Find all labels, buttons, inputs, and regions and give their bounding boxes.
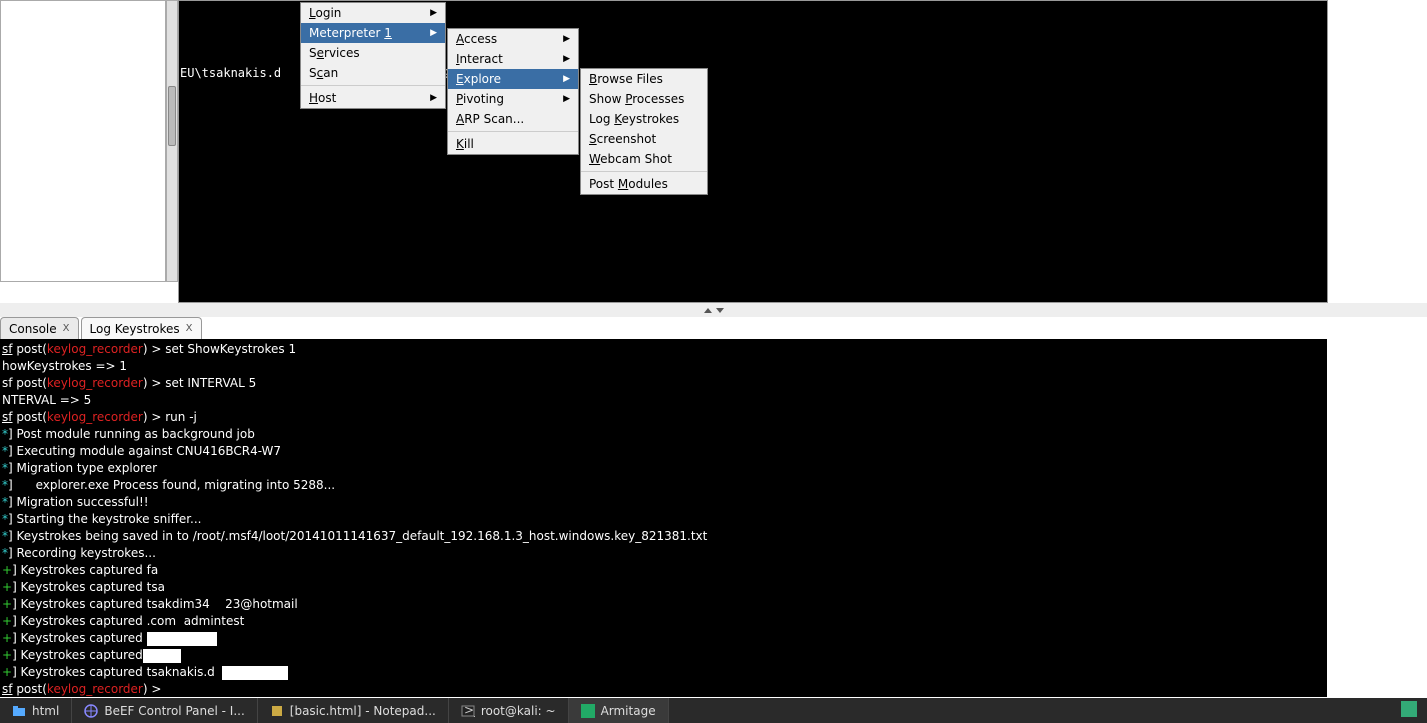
console-output[interactable]: sf post(keylog_recorder) > set ShowKeyst… — [0, 339, 1327, 697]
web-icon — [84, 704, 98, 718]
taskbar-item[interactable]: html — [0, 698, 72, 723]
pane-splitter[interactable] — [0, 303, 1427, 317]
submenu-meterpreter[interactable]: Access▶ Interact▶ Explore▶ Pivoting▶ ARP… — [447, 28, 579, 155]
taskbar-label: [basic.html] - Notepad... — [290, 704, 436, 718]
close-icon[interactable]: X — [63, 323, 70, 334]
scroll-thumb[interactable] — [168, 86, 176, 146]
taskbar: html BeEF Control Panel - I... [basic.html… — [0, 698, 1427, 723]
menu-item-webcam-shot[interactable]: Webcam Shot — [581, 149, 707, 169]
target-host-label: EU\tsaknakis.d — [180, 66, 281, 80]
menu-item-show-processes[interactable]: Show Processes — [581, 89, 707, 109]
menu-item-log-keystrokes[interactable]: Log Keystrokes — [581, 109, 707, 129]
menu-item-pivoting[interactable]: Pivoting▶ — [448, 89, 578, 109]
taskbar-label: BeEF Control Panel - I... — [104, 704, 244, 718]
tab-log-keystrokes[interactable]: Log Keystrokes X — [81, 317, 202, 339]
system-tray[interactable] — [1391, 701, 1427, 720]
tab-label: Log Keystrokes — [90, 322, 180, 336]
folder-icon — [12, 704, 26, 718]
submenu-explore[interactable]: Browse Files Show Processes Log Keystrok… — [580, 68, 708, 195]
editor-icon — [270, 704, 284, 718]
menu-item-kill[interactable]: Kill — [448, 134, 578, 154]
menu-item-arp-scan[interactable]: ARP Scan... — [448, 109, 578, 129]
menu-item-interact[interactable]: Interact▶ — [448, 49, 578, 69]
menu-item-services[interactable]: Services — [301, 43, 445, 63]
taskbar-item[interactable]: >_ root@kali: ~ — [449, 698, 569, 723]
tab-bar: Console X Log Keystrokes X — [0, 317, 204, 339]
taskbar-item[interactable]: [basic.html] - Notepad... — [258, 698, 449, 723]
context-menu-host[interactable]: Login▶ Meterpreter 1▶ Services Scan Host… — [300, 2, 446, 109]
svg-text:>_: >_ — [464, 704, 475, 717]
term-icon: >_ — [461, 704, 475, 718]
menu-item-screenshot[interactable]: Screenshot — [581, 129, 707, 149]
close-icon[interactable]: X — [186, 323, 193, 334]
taskbar-label: root@kali: ~ — [481, 704, 556, 718]
app-icon — [581, 704, 595, 718]
menu-item-scan[interactable]: Scan — [301, 63, 445, 83]
taskbar-item[interactable]: Armitage — [569, 698, 669, 723]
tab-label: Console — [9, 322, 57, 336]
menu-item-login[interactable]: Login▶ — [301, 3, 445, 23]
side-panel-empty — [0, 0, 166, 282]
menu-item-access[interactable]: Access▶ — [448, 29, 578, 49]
menu-item-meterpreter-1[interactable]: Meterpreter 1▶ — [301, 23, 445, 43]
menu-item-host[interactable]: Host▶ — [301, 88, 445, 108]
taskbar-label: Armitage — [601, 704, 656, 718]
tab-console[interactable]: Console X — [0, 317, 79, 339]
taskbar-label: html — [32, 704, 59, 718]
taskbar-item[interactable]: BeEF Control Panel - I... — [72, 698, 257, 723]
menu-item-browse-files[interactable]: Browse Files — [581, 69, 707, 89]
tray-app-icon[interactable] — [1401, 701, 1417, 717]
menu-item-post-modules[interactable]: Post Modules — [581, 174, 707, 194]
menu-item-explore[interactable]: Explore▶ — [448, 69, 578, 89]
scrollbar-vertical[interactable] — [166, 0, 178, 282]
